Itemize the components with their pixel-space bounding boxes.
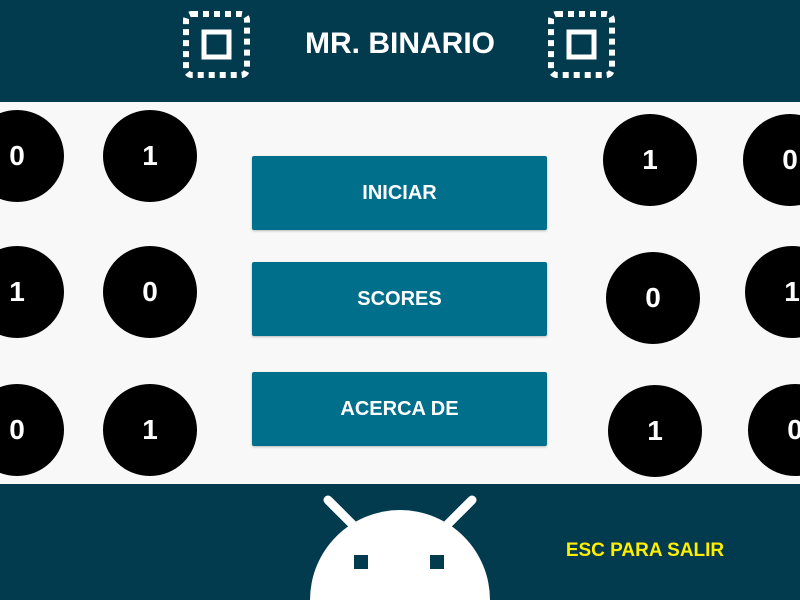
about-button[interactable]: ACERCA DE bbox=[252, 372, 547, 446]
binary-digit-circle: 0 bbox=[748, 384, 800, 476]
footer-bar: ESC PARA SALIR bbox=[0, 484, 800, 600]
binary-digit-circle: 0 bbox=[103, 246, 197, 338]
binary-digit-circle: 1 bbox=[745, 246, 800, 338]
scores-button[interactable]: SCORES bbox=[252, 262, 547, 336]
memory-chip-icon bbox=[547, 10, 616, 79]
start-button[interactable]: INICIAR bbox=[252, 156, 547, 230]
android-robot-icon bbox=[300, 484, 500, 600]
binary-digit-circle: 1 bbox=[608, 385, 702, 477]
binary-digit-circle: 1 bbox=[0, 246, 64, 338]
binary-digit-circle: 0 bbox=[0, 384, 64, 476]
binary-digit-circle: 1 bbox=[103, 110, 197, 202]
exit-hint-text: ESC PARA SALIR bbox=[565, 540, 725, 561]
binary-digit-circle: 1 bbox=[603, 114, 697, 206]
binary-digit-circle: 1 bbox=[103, 384, 197, 476]
binary-digit-circle: 0 bbox=[606, 252, 700, 344]
main-menu-area: 0 1 1 0 0 1 INICIAR SCORES ACERCA DE 1 0… bbox=[0, 102, 800, 484]
binary-digit-circle: 0 bbox=[743, 114, 800, 206]
page-title: MR. BINARIO bbox=[305, 27, 495, 60]
header-bar: MR. BINARIO bbox=[0, 0, 800, 102]
binary-digit-circle: 0 bbox=[0, 110, 64, 202]
memory-chip-icon bbox=[182, 10, 251, 79]
